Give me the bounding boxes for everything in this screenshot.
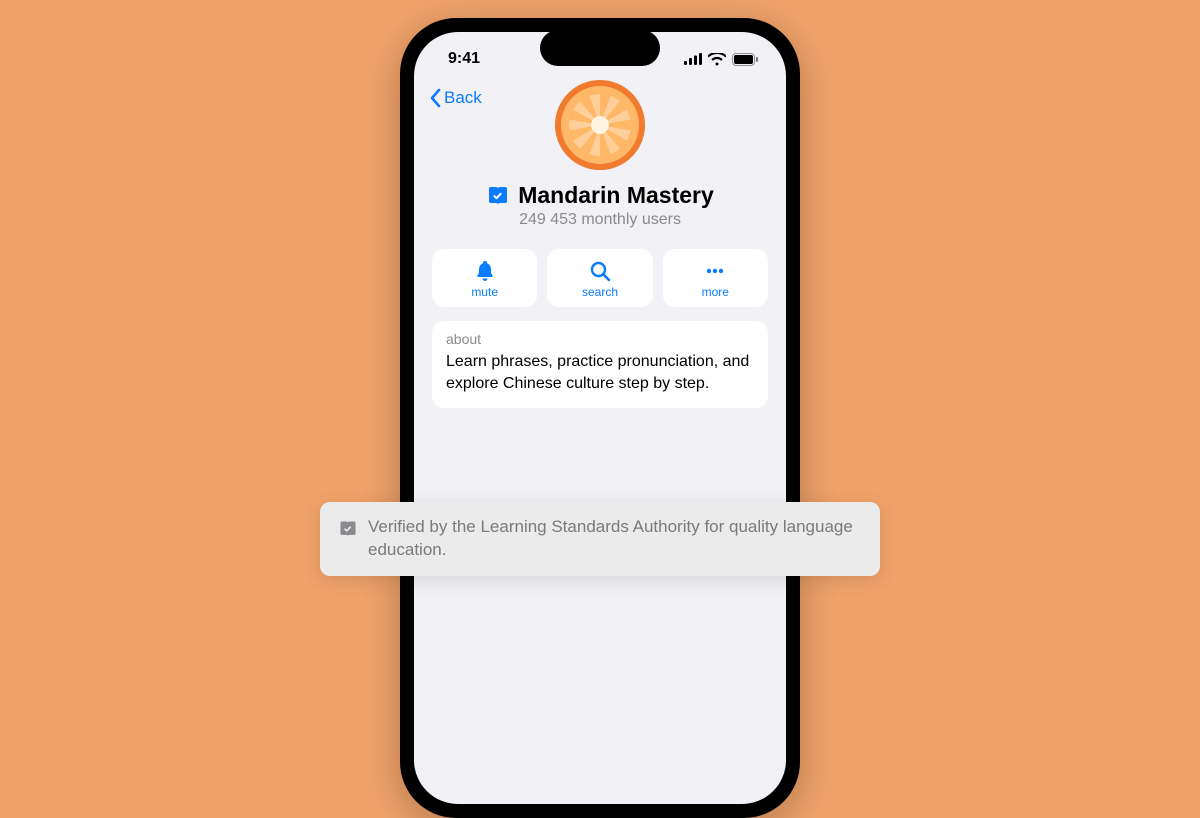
more-label: more	[702, 285, 729, 299]
profile-name: Mandarin Mastery	[518, 182, 714, 209]
action-row: mute search more	[414, 241, 786, 321]
status-indicators	[684, 53, 758, 66]
screen: 9:41 Back Mandarin Mastery 249 453 month…	[414, 32, 786, 804]
verification-callout: Verified by the Learning Standards Autho…	[320, 502, 880, 576]
more-icon	[703, 259, 727, 283]
mute-button[interactable]: mute	[432, 249, 537, 307]
status-time: 9:41	[448, 50, 480, 68]
more-button[interactable]: more	[663, 249, 768, 307]
cellular-icon	[684, 53, 702, 65]
verified-book-icon	[338, 519, 358, 539]
profile-title-row: Mandarin Mastery	[486, 182, 714, 209]
verified-book-icon	[486, 184, 510, 208]
search-label: search	[582, 285, 618, 299]
about-text: Learn phrases, practice pronunciation, a…	[446, 351, 754, 394]
wifi-icon	[708, 53, 726, 66]
back-label: Back	[444, 88, 482, 108]
phone-frame: 9:41 Back Mandarin Mastery 249 453 month…	[400, 18, 800, 818]
search-icon	[588, 259, 612, 283]
mute-label: mute	[471, 285, 498, 299]
profile-subtitle: 249 453 monthly users	[519, 211, 681, 229]
about-card: about Learn phrases, practice pronunciat…	[432, 321, 768, 408]
avatar[interactable]	[555, 80, 645, 170]
chevron-left-icon	[428, 88, 442, 108]
battery-icon	[732, 53, 758, 66]
bell-icon	[473, 259, 497, 283]
profile-header: Mandarin Mastery 249 453 monthly users	[414, 108, 786, 241]
callout-text: Verified by the Learning Standards Autho…	[368, 516, 862, 562]
search-button[interactable]: search	[547, 249, 652, 307]
dynamic-island	[540, 30, 660, 66]
about-label: about	[446, 331, 754, 347]
